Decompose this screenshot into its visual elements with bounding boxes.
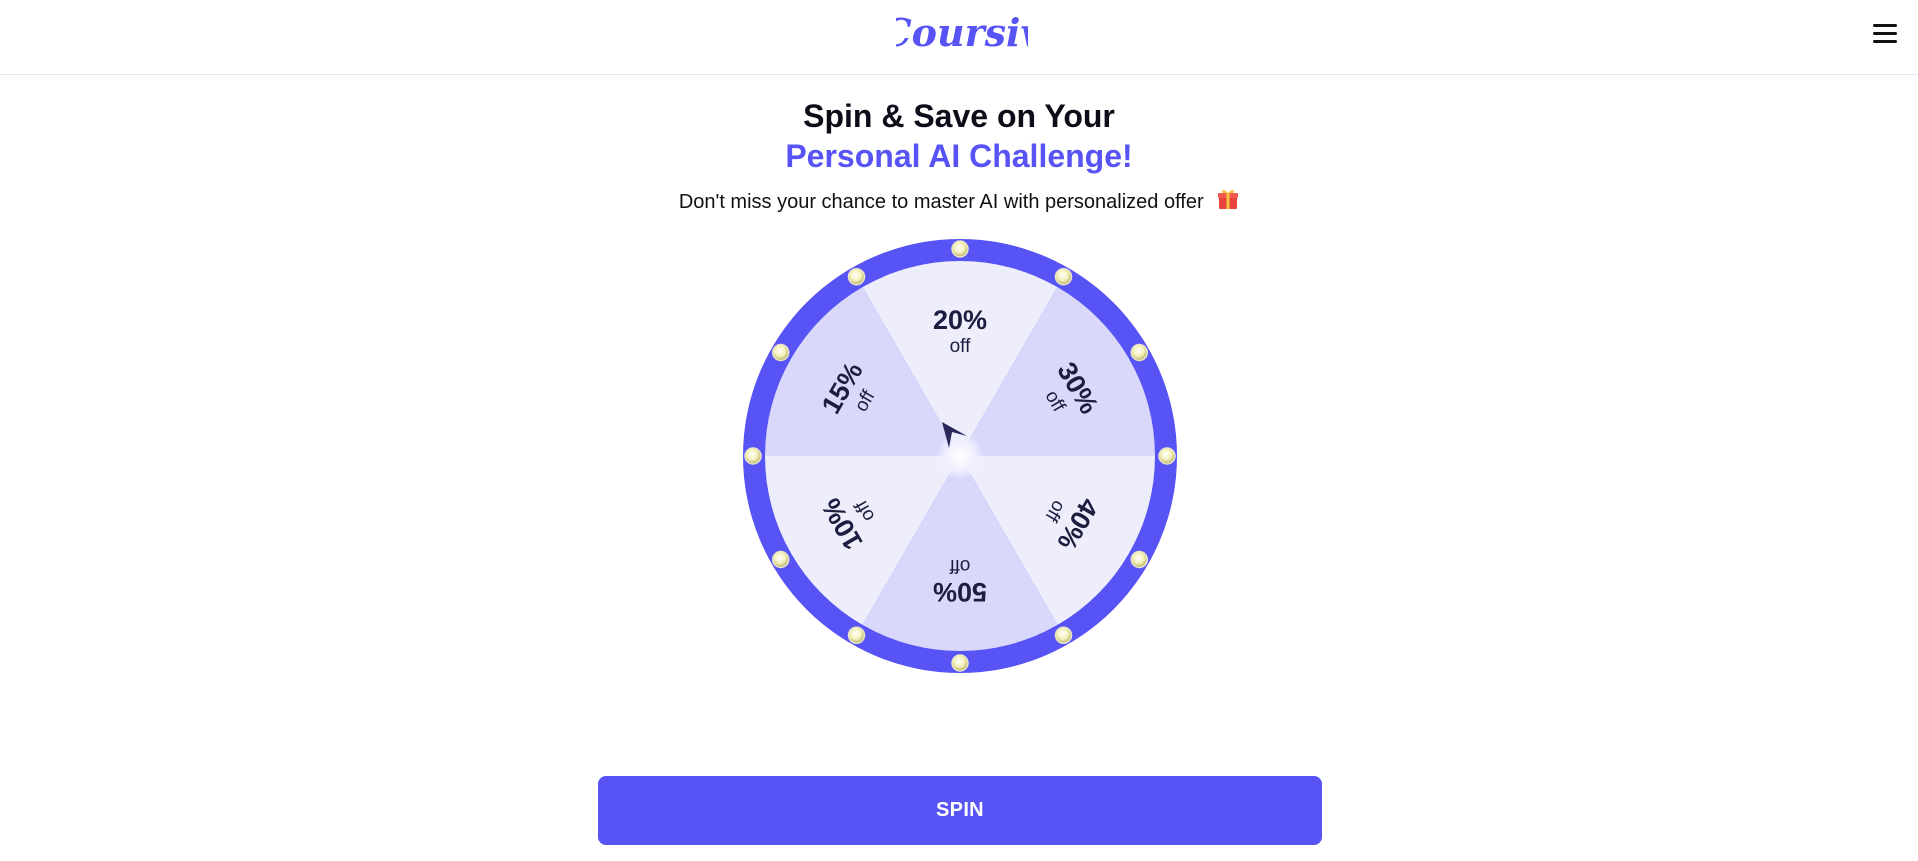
subtitle-text: Don't miss your chance to master AI with…	[678, 191, 1204, 213]
top-header: Coursiv	[0, 0, 1918, 75]
prize-wheel[interactable]: 20%off30%off40%off50%off10%off15%off	[742, 238, 1178, 674]
rim-bulb	[847, 626, 866, 645]
rim-bulb	[951, 654, 969, 672]
hamburger-menu-icon[interactable]	[1871, 20, 1899, 48]
page-subtitle: Don't miss your chance to master AI with…	[0, 188, 1918, 214]
segment-suffix: off	[950, 336, 972, 357]
rim-bulb	[951, 240, 969, 258]
page-title-line2: Personal AI Challenge!	[785, 138, 1133, 174]
rim-bulb	[1130, 550, 1149, 569]
rim-bulb	[1158, 447, 1176, 465]
segment-value: 50%	[933, 577, 987, 607]
segment-value: 20%	[933, 305, 987, 335]
rim-bulb	[1054, 626, 1073, 645]
segment-suffix: off	[949, 555, 971, 576]
gift-icon	[1218, 189, 1239, 209]
rim-bulb	[1054, 267, 1073, 286]
rim-bulb	[847, 267, 866, 286]
rim-bulb	[1130, 343, 1149, 362]
coursiv-logo[interactable]: Coursiv	[896, 8, 1028, 58]
rim-bulb	[744, 447, 762, 465]
spin-button[interactable]: SPIN	[598, 776, 1322, 845]
rim-bulb	[771, 550, 790, 569]
wheel-hub	[936, 432, 984, 480]
rim-bulb	[771, 343, 790, 362]
page-title-line1: Spin & Save on Your	[803, 98, 1115, 134]
logo-text: Coursiv	[896, 10, 1028, 55]
